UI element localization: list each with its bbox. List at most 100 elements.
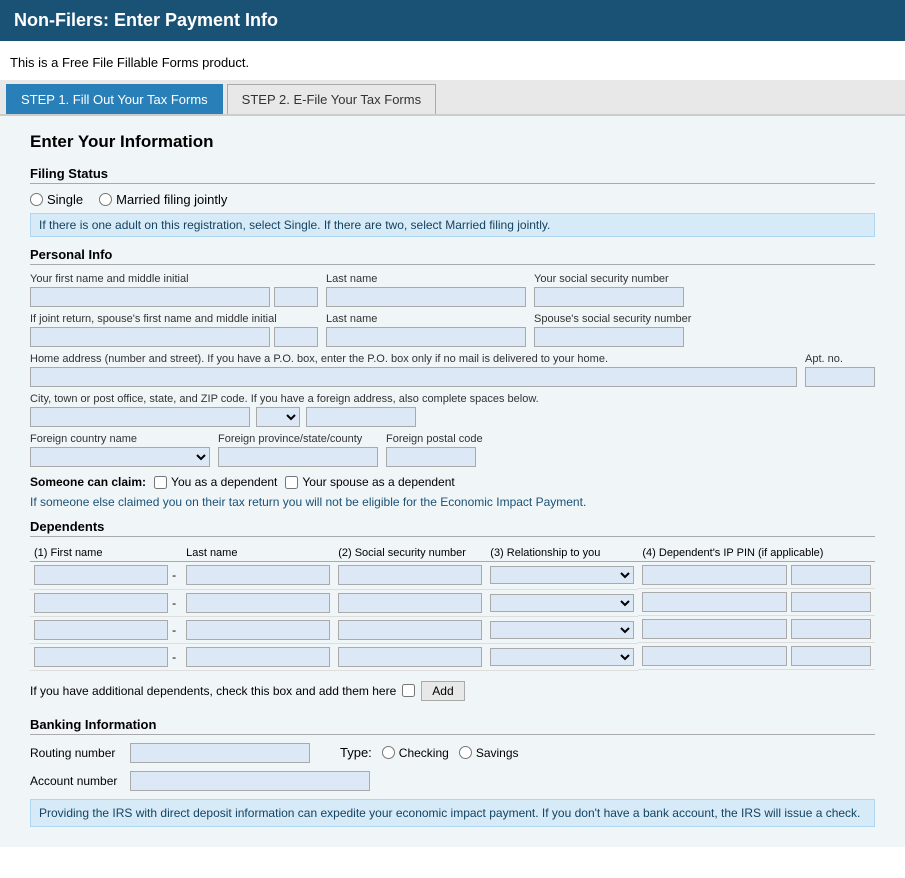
foreign-postal-input[interactable] — [386, 447, 476, 467]
dep1-rel[interactable] — [490, 566, 634, 584]
dep2-last[interactable] — [186, 593, 330, 613]
foreign-country-group: Foreign country name — [30, 433, 210, 467]
dep1-pin[interactable] — [642, 565, 787, 585]
account-label: Account number — [30, 774, 120, 788]
tab-step2[interactable]: STEP 2. E-File Your Tax Forms — [227, 84, 436, 114]
single-radio[interactable] — [30, 193, 43, 206]
dep3-pin[interactable] — [642, 619, 787, 639]
table-row: - — [30, 616, 875, 643]
spouse-last-label: Last name — [326, 313, 526, 325]
checking-radio[interactable] — [382, 746, 395, 759]
foreign-country-select[interactable] — [30, 447, 210, 467]
tab-step1[interactable]: STEP 1. Fill Out Your Tax Forms — [6, 84, 223, 114]
city-input[interactable] — [30, 407, 250, 427]
savings-radio[interactable] — [459, 746, 472, 759]
dep-col-first: (1) First name — [30, 545, 182, 562]
add-dep-button[interactable]: Add — [421, 681, 464, 701]
dep1-last[interactable] — [186, 565, 330, 585]
apt-group: Apt. no. — [805, 353, 875, 387]
last-name-group: Last name — [326, 273, 526, 307]
routing-input[interactable] — [130, 743, 310, 763]
spouse-middle-input[interactable] — [274, 327, 318, 347]
foreign-province-input[interactable] — [218, 447, 378, 467]
tabs-bar: STEP 1. Fill Out Your Tax Forms STEP 2. … — [0, 80, 905, 116]
married-option[interactable]: Married filing jointly — [99, 192, 227, 207]
type-label: Type: — [340, 745, 372, 760]
dependents-subsection: Dependents — [30, 519, 875, 537]
claim-you-checkbox[interactable] — [154, 476, 167, 489]
dep4-rel[interactable] — [490, 648, 634, 666]
routing-label: Routing number — [30, 746, 120, 760]
apt-input[interactable] — [805, 367, 875, 387]
dep-col-pin: (4) Dependent's IP PIN (if applicable) — [638, 545, 875, 562]
last-name-input[interactable] — [326, 287, 526, 307]
state-select[interactable] — [256, 407, 300, 427]
foreign-province-group: Foreign province/state/county — [218, 433, 378, 467]
foreign-postal-label: Foreign postal code — [386, 433, 483, 445]
dep4-pin2[interactable] — [791, 646, 871, 666]
claim-warning: If someone else claimed you on their tax… — [30, 495, 875, 509]
spouse-last-input[interactable] — [326, 327, 526, 347]
dep4-ssn[interactable] — [338, 647, 482, 667]
city-row: City, town or post office, state, and ZI… — [30, 393, 875, 427]
spouse-first-input[interactable] — [30, 327, 270, 347]
dep4-first[interactable] — [34, 647, 168, 667]
page-subtitle: This is a Free File Fillable Forms produ… — [0, 41, 905, 80]
home-address-input[interactable] — [30, 367, 797, 387]
spouse-ssn-group: Spouse's social security number — [534, 313, 691, 347]
someone-claim-row: Someone can claim: You as a dependent Yo… — [30, 475, 875, 489]
routing-row: Routing number Type: Checking Savings — [30, 743, 875, 763]
dep3-first[interactable] — [34, 620, 168, 640]
zip-input[interactable] — [306, 407, 416, 427]
banking-info: Providing the IRS with direct deposit in… — [30, 799, 875, 827]
single-option[interactable]: Single — [30, 192, 83, 207]
filing-status-row: Single Married filing jointly — [30, 192, 875, 207]
form-section-title: Enter Your Information — [30, 132, 875, 152]
name-row-1: Your first name and middle initial Last … — [30, 273, 875, 307]
dep1-ssn[interactable] — [338, 565, 482, 585]
foreign-province-label: Foreign province/state/county — [218, 433, 378, 445]
foreign-country-label: Foreign country name — [30, 433, 210, 445]
ssn-group: Your social security number — [534, 273, 684, 307]
apt-label: Apt. no. — [805, 353, 875, 365]
dep3-last[interactable] — [186, 620, 330, 640]
claim-you-label[interactable]: You as a dependent — [154, 475, 277, 489]
claim-spouse-checkbox[interactable] — [285, 476, 298, 489]
content-area: Enter Your Information Filing Status Sin… — [0, 116, 905, 847]
savings-option[interactable]: Savings — [459, 746, 519, 760]
middle-initial-input[interactable] — [274, 287, 318, 307]
account-input[interactable] — [130, 771, 370, 791]
dep2-ssn[interactable] — [338, 593, 482, 613]
spouse-ssn-input[interactable] — [534, 327, 684, 347]
spouse-first-label: If joint return, spouse's first name and… — [30, 313, 318, 325]
checking-option[interactable]: Checking — [382, 746, 449, 760]
dep3-pin2[interactable] — [791, 619, 871, 639]
dep1-pin2[interactable] — [791, 565, 871, 585]
city-group: City, town or post office, state, and ZI… — [30, 393, 875, 427]
add-dep-checkbox[interactable] — [402, 684, 415, 697]
dep1-first[interactable] — [34, 565, 168, 585]
add-dependents-row: If you have additional dependents, check… — [30, 681, 875, 701]
dep-col-rel: (3) Relationship to you — [486, 545, 638, 562]
first-name-input[interactable] — [30, 287, 270, 307]
dep4-last[interactable] — [186, 647, 330, 667]
dep2-pin[interactable] — [642, 592, 787, 612]
page-header: Non-Filers: Enter Payment Info — [0, 0, 905, 41]
dep2-first[interactable] — [34, 593, 168, 613]
ssn-input[interactable] — [534, 287, 684, 307]
dep3-rel[interactable] — [490, 621, 634, 639]
banking-subsection: Banking Information — [30, 717, 875, 735]
foreign-row: Foreign country name Foreign province/st… — [30, 433, 875, 467]
dep-col-ssn: (2) Social security number — [334, 545, 486, 562]
dep-col-last: Last name — [182, 545, 334, 562]
table-row: - — [30, 643, 875, 670]
married-radio[interactable] — [99, 193, 112, 206]
dep4-pin[interactable] — [642, 646, 787, 666]
dep2-rel[interactable] — [490, 594, 634, 612]
dep3-ssn[interactable] — [338, 620, 482, 640]
last-name-label: Last name — [326, 273, 526, 285]
first-name-group: Your first name and middle initial — [30, 273, 318, 307]
dep2-pin2[interactable] — [791, 592, 871, 612]
spouse-last-group: Last name — [326, 313, 526, 347]
claim-spouse-label[interactable]: Your spouse as a dependent — [285, 475, 454, 489]
